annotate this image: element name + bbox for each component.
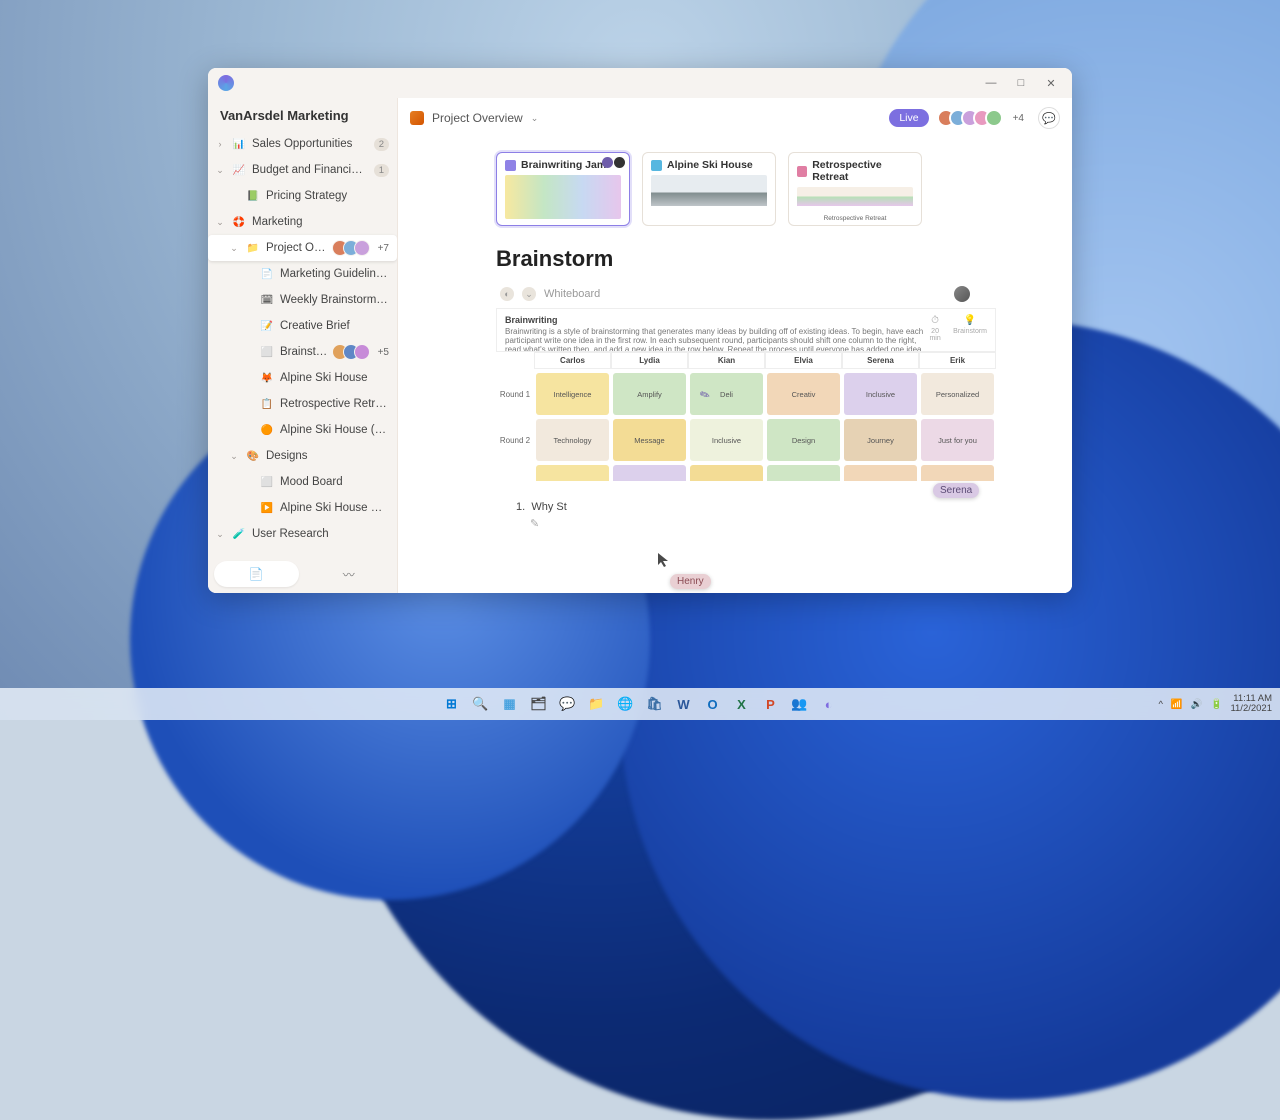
nav-item[interactable]: 📗Pricing Strategy [208, 183, 397, 209]
chat-icon[interactable]: 💬 [556, 692, 580, 716]
search-icon[interactable]: 🔍 [469, 692, 493, 716]
close-button[interactable]: ✕ [1036, 70, 1066, 96]
chevron-down-icon[interactable]: ⌄ [531, 113, 539, 124]
nav-item[interactable]: ▶️Alpine Ski House Sizzle Re... [208, 495, 397, 521]
nav-item[interactable]: ⬜Brainstorming+5 [208, 339, 397, 365]
loop-app-window: — □ ✕ VanArsdel Marketing ›📊Sales Opport… [208, 68, 1072, 593]
live-badge[interactable]: Live [889, 109, 928, 127]
main-header: Project Overview ⌄ Live +4 💬 [398, 98, 1072, 138]
word-icon[interactable]: W [672, 692, 696, 716]
main-panel: Project Overview ⌄ Live +4 💬 Brainwritin… [398, 98, 1072, 593]
powerpoint-icon[interactable]: P [759, 692, 783, 716]
list-item[interactable]: 1. Why St [516, 501, 1048, 513]
linked-cards-row: Brainwriting JamAlpine Ski HouseRetrospe… [496, 152, 974, 226]
nav-item[interactable]: ⌄🛟Marketing [208, 209, 397, 235]
nav-item[interactable]: 🗓Weekly Brainstorm Meeting [208, 287, 397, 313]
battery-icon[interactable]: 🔋 [1211, 699, 1223, 710]
nav-item[interactable]: ⌄🎨Designs [208, 443, 397, 469]
tray-chevron-icon[interactable]: ^ [1158, 699, 1162, 710]
outlook-icon[interactable]: O [701, 692, 725, 716]
taskbar[interactable]: ⊞🔍▦🗂💬📁🌐🛍WOXP👥◐ ^ 📶 🔊 🔋 11:11 AM11/2/2021 [0, 688, 1280, 720]
nav-item[interactable]: 📄Marketing Guidelines for V... [208, 261, 397, 287]
component-icon[interactable]: ◐ [500, 287, 514, 301]
sidebar: VanArsdel Marketing ›📊Sales Opportunitie… [208, 98, 398, 593]
titlebar[interactable]: — □ ✕ [208, 68, 1072, 98]
system-tray[interactable]: ^ 📶 🔊 🔋 11:11 AM11/2/2021 [1158, 694, 1272, 714]
nav-item[interactable]: ⌄🧪User Research [208, 521, 397, 547]
nav-tree[interactable]: ›📊Sales Opportunities2⌄📈Budget and Finan… [208, 131, 397, 555]
linked-card[interactable]: Retrospective RetreatRetrospective Retre… [788, 152, 922, 226]
component-chevron-icon[interactable]: ⌄ [522, 287, 536, 301]
nav-item[interactable]: ⬜Mood Board [208, 469, 397, 495]
whiteboard-label: Whiteboard [544, 288, 600, 300]
whiteboard-row[interactable]: ◐ ⌄ Whiteboard [500, 286, 970, 302]
nav-item[interactable]: 🦊Alpine Ski House [208, 365, 397, 391]
loop-icon[interactable]: ◐ [817, 692, 841, 716]
app-logo-icon [218, 75, 234, 91]
page-title[interactable]: Project Overview [432, 111, 523, 125]
maximize-button[interactable]: □ [1006, 70, 1036, 96]
footer-tab-activity[interactable]: 〰 [307, 561, 392, 587]
linked-card[interactable]: Brainwriting Jam [496, 152, 630, 226]
nav-item[interactable]: 📋Retrospective Retreat [208, 391, 397, 417]
widgets-icon[interactable]: ▦ [498, 692, 522, 716]
presence-overflow[interactable]: +4 [1013, 113, 1024, 124]
chat-icon[interactable]: 💬 [1038, 107, 1060, 129]
taskview-icon[interactable]: 🗂 [527, 692, 551, 716]
nav-item[interactable]: 📝Creative Brief [208, 313, 397, 339]
nav-item[interactable]: ⌄📈Budget and Financial Projection1 [208, 157, 397, 183]
nav-item[interactable]: 🟠Alpine Ski House (ID: 487... [208, 417, 397, 443]
presence-cursor-henry: Henry [670, 574, 711, 589]
teams-icon[interactable]: 👥 [788, 692, 812, 716]
excel-icon[interactable]: X [730, 692, 754, 716]
brainwriting-board[interactable]: BrainwritingBrainwriting is a style of b… [496, 308, 996, 481]
nav-item[interactable]: ›📊Sales Opportunities2 [208, 131, 397, 157]
wifi-icon[interactable]: 📶 [1171, 699, 1183, 710]
workspace-title: VanArsdel Marketing [208, 98, 397, 131]
volume-icon[interactable]: 🔊 [1191, 699, 1203, 710]
presence-facepile[interactable] [943, 109, 1003, 127]
store-icon[interactable]: 🛍 [643, 692, 667, 716]
remote-cursor-icon [656, 552, 672, 568]
sidebar-footer: 📄 〰 [208, 555, 397, 593]
whiteboard-avatar[interactable] [954, 286, 970, 302]
list-placeholder[interactable]: ✎ [530, 517, 1048, 530]
clock[interactable]: 11:11 AM11/2/2021 [1230, 694, 1272, 714]
edge-icon[interactable]: 🌐 [614, 692, 638, 716]
presence-cursor-serena: Serena [933, 483, 979, 498]
page-content[interactable]: Brainwriting JamAlpine Ski HouseRetrospe… [398, 138, 1072, 593]
linked-card[interactable]: Alpine Ski House [642, 152, 776, 226]
footer-tab-pages[interactable]: 📄 [214, 561, 299, 587]
section-heading: Brainstorm [496, 246, 1048, 272]
explorer-icon[interactable]: 📁 [585, 692, 609, 716]
page-icon [410, 111, 424, 125]
nav-item[interactable]: ⌄📁Project Overview+7 [208, 235, 397, 261]
start-icon[interactable]: ⊞ [440, 692, 464, 716]
minimize-button[interactable]: — [976, 70, 1006, 96]
